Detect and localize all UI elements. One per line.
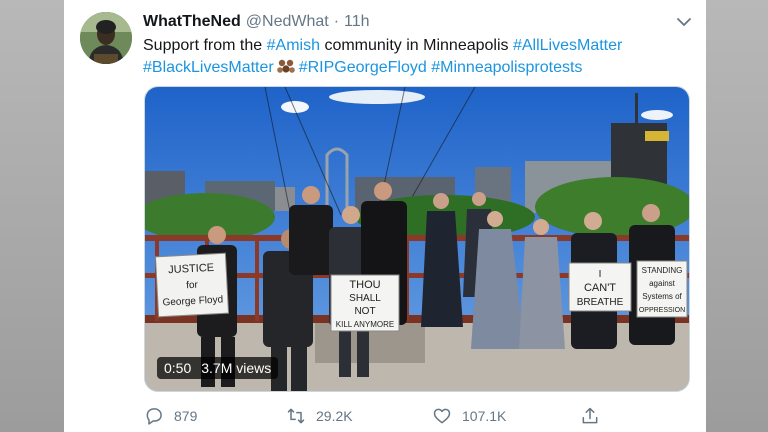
hashtag-rip-george-floyd[interactable]: #RIPGeorgeFloyd <box>299 59 427 76</box>
sign-text: CAN'T <box>584 282 616 294</box>
sign-text: KILL ANYMORE <box>336 320 394 329</box>
sign-text: SHALL <box>349 293 381 304</box>
display-name[interactable]: WhatTheNed <box>143 13 241 31</box>
tweet-card[interactable]: WhatTheNed @NedWhat · 11h Support from t… <box>64 0 706 432</box>
sign-text: OPPRESSION <box>639 307 685 314</box>
heart-icon <box>433 408 451 424</box>
video-views: 3.7M views <box>201 360 272 376</box>
like-count: 107.1K <box>462 408 507 424</box>
sign-text: JUSTICE <box>168 262 214 276</box>
reply-button[interactable]: 879 <box>144 406 197 426</box>
user-handle[interactable]: @NedWhat <box>246 13 329 31</box>
text-lead: Support from the <box>143 37 263 54</box>
reply-icon <box>146 408 162 425</box>
sign-text: against <box>649 279 676 288</box>
raised-hands-emoji-icon <box>276 59 295 73</box>
hashtag-all-lives-matter[interactable]: #AllLivesMatter <box>513 37 622 54</box>
tweet-actions: 879 29.2K 107.1K <box>144 404 614 428</box>
avatar-image <box>80 12 132 64</box>
timestamp[interactable]: 11h <box>344 13 370 31</box>
avatar[interactable] <box>80 12 132 64</box>
sign-text: THOU <box>349 279 380 291</box>
like-button[interactable]: 107.1K <box>432 406 506 426</box>
sign-text: BREATHE <box>577 297 624 308</box>
tweet-header: WhatTheNed @NedWhat · 11h <box>143 12 370 32</box>
chevron-down-icon[interactable] <box>676 14 692 30</box>
video-thumbnail: JUSTICE for George Floyd THOU SHALL NOT … <box>145 87 689 391</box>
share-icon <box>582 407 598 424</box>
video-player[interactable]: JUSTICE for George Floyd THOU SHALL NOT … <box>144 86 690 392</box>
separator-dot: · <box>333 13 340 30</box>
retweet-button[interactable]: 29.2K <box>286 406 353 426</box>
sign-text: NOT <box>354 306 375 317</box>
hashtag-black-lives-matter[interactable]: #BlackLivesMatter <box>143 59 274 76</box>
background-right <box>706 0 768 432</box>
share-button[interactable] <box>580 406 610 426</box>
reply-count: 879 <box>174 408 198 424</box>
text-mid: community in Minneapolis <box>324 37 509 54</box>
retweet-count: 29.2K <box>316 408 353 424</box>
sign-text: for <box>186 280 199 292</box>
tweet-text: Support from the #Amish community in Min… <box>143 35 683 79</box>
video-duration: 0:50 <box>164 360 192 376</box>
hashtag-amish[interactable]: #Amish <box>267 37 320 54</box>
hashtag-minneapolis-protests[interactable]: #Minneapolisprotests <box>431 59 582 76</box>
sign-text: I <box>599 269 602 280</box>
background-left <box>0 0 64 432</box>
retweet-icon <box>287 408 305 424</box>
sign-text: STANDING <box>642 266 683 275</box>
video-stats-badge: 0:50 3.7M views <box>157 357 279 379</box>
sign-text: Systems of <box>642 292 682 301</box>
